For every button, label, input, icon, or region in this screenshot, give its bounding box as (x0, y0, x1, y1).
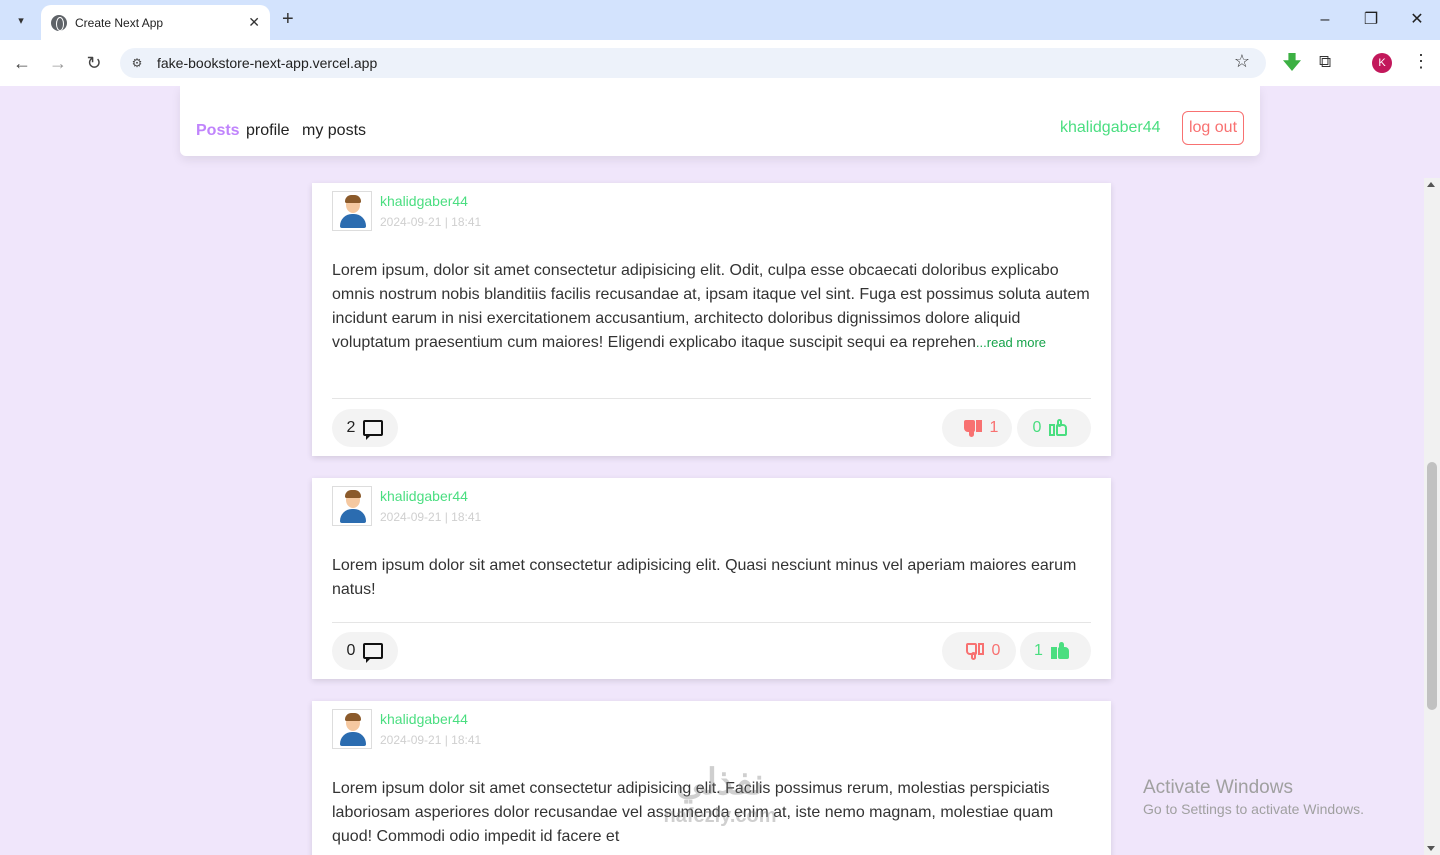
comments-button[interactable]: 2 (332, 409, 398, 447)
avatar[interactable] (332, 486, 372, 526)
comments-button[interactable]: 0 (332, 632, 398, 670)
activate-windows-notice: Activate Windows Go to Settings to activ… (1143, 777, 1364, 819)
browser-tab[interactable]: Create Next App ✕ (41, 5, 270, 40)
kebab-icon[interactable]: ⋮ (1412, 51, 1430, 72)
post-date: 2024-09-21 | 18:41 (380, 215, 482, 229)
current-username[interactable]: khalidgaber44 (1060, 119, 1161, 137)
activate-title: Activate Windows (1143, 777, 1293, 798)
page-content: Posts profile my posts khalidgaber44 log… (0, 86, 1424, 855)
logout-button[interactable]: log out (1182, 111, 1244, 145)
scroll-down-arrow[interactable] (1427, 846, 1435, 851)
post-date: 2024-09-21 | 18:41 (380, 733, 482, 747)
back-icon[interactable]: ← (11, 52, 33, 74)
like-button[interactable]: 1 (1020, 632, 1091, 670)
post-body: Lorem ipsum, dolor sit amet consectetur … (332, 259, 1092, 355)
close-icon[interactable]: ✕ (248, 14, 260, 31)
comment-icon (363, 420, 384, 440)
dislike-count: 0 (991, 642, 1001, 659)
tab-title: Create Next App (75, 15, 164, 30)
comment-count: 0 (346, 642, 356, 659)
divider (332, 622, 1091, 623)
window-close-icon[interactable]: ✕ (1407, 10, 1427, 30)
reload-icon[interactable]: ↻ (83, 52, 105, 74)
restore-icon[interactable]: ❐ (1361, 10, 1381, 30)
watermark-logo: نفذلي nafezly.com (630, 760, 810, 855)
post-body: Lorem ipsum dolor sit amet consectetur a… (332, 557, 1077, 598)
avatar-icon[interactable]: K (1372, 53, 1392, 73)
avatar[interactable] (332, 191, 372, 231)
divider (332, 398, 1091, 399)
post-author[interactable]: khalidgaber44 (380, 488, 468, 504)
nav-link-my-posts[interactable]: my posts (302, 122, 366, 140)
watermark-subtext: nafezly.com (663, 805, 777, 827)
nav-link-profile[interactable]: profile (246, 122, 290, 140)
url-text[interactable]: fake-bookstore-next-app.vercel.app (157, 55, 377, 71)
dislike-button[interactable]: 0 (942, 632, 1016, 670)
post-card: khalidgaber44 2024-09-21 | 18:41 Lorem i… (312, 478, 1111, 679)
puzzle-icon[interactable]: ⧉ (1319, 52, 1331, 72)
tab-search-icon[interactable]: ▾ (8, 8, 34, 32)
nav-link-posts[interactable]: Posts (196, 122, 240, 140)
avatar[interactable] (332, 709, 372, 749)
scrollbar-thumb[interactable] (1427, 462, 1437, 710)
thumbs-down-icon (963, 419, 982, 437)
minimize-icon[interactable]: – (1315, 10, 1335, 30)
post-author[interactable]: khalidgaber44 (380, 711, 468, 727)
comment-count: 2 (346, 419, 356, 436)
site-navbar: Posts profile my posts khalidgaber44 log… (180, 86, 1260, 156)
thumbs-up-icon (1050, 642, 1069, 660)
like-count: 1 (1034, 642, 1043, 659)
plus-icon[interactable]: + (282, 9, 294, 29)
dislike-button[interactable]: 1 (942, 409, 1012, 447)
scroll-up-arrow[interactable] (1427, 182, 1435, 187)
globe-icon (51, 14, 67, 31)
star-icon[interactable]: ☆ (1232, 51, 1252, 72)
watermark-text: نفذلي (675, 761, 765, 802)
post-card: khalidgaber44 2024-09-21 | 18:41 Lorem i… (312, 183, 1111, 456)
site-info-icon[interactable]: ⚙ (128, 54, 146, 72)
forward-icon[interactable]: → (47, 52, 69, 74)
like-count: 0 (1032, 419, 1042, 436)
thumbs-down-icon (965, 642, 984, 660)
comment-icon (363, 643, 384, 663)
thumbs-up-icon (1049, 419, 1068, 437)
like-button[interactable]: 0 (1017, 409, 1091, 447)
activate-subtitle: Go to Settings to activate Windows. (1143, 801, 1364, 817)
post-author[interactable]: khalidgaber44 (380, 193, 468, 209)
read-more-link[interactable]: ...read more (976, 335, 1046, 350)
post-date: 2024-09-21 | 18:41 (380, 510, 482, 524)
dislike-count: 1 (989, 419, 999, 436)
